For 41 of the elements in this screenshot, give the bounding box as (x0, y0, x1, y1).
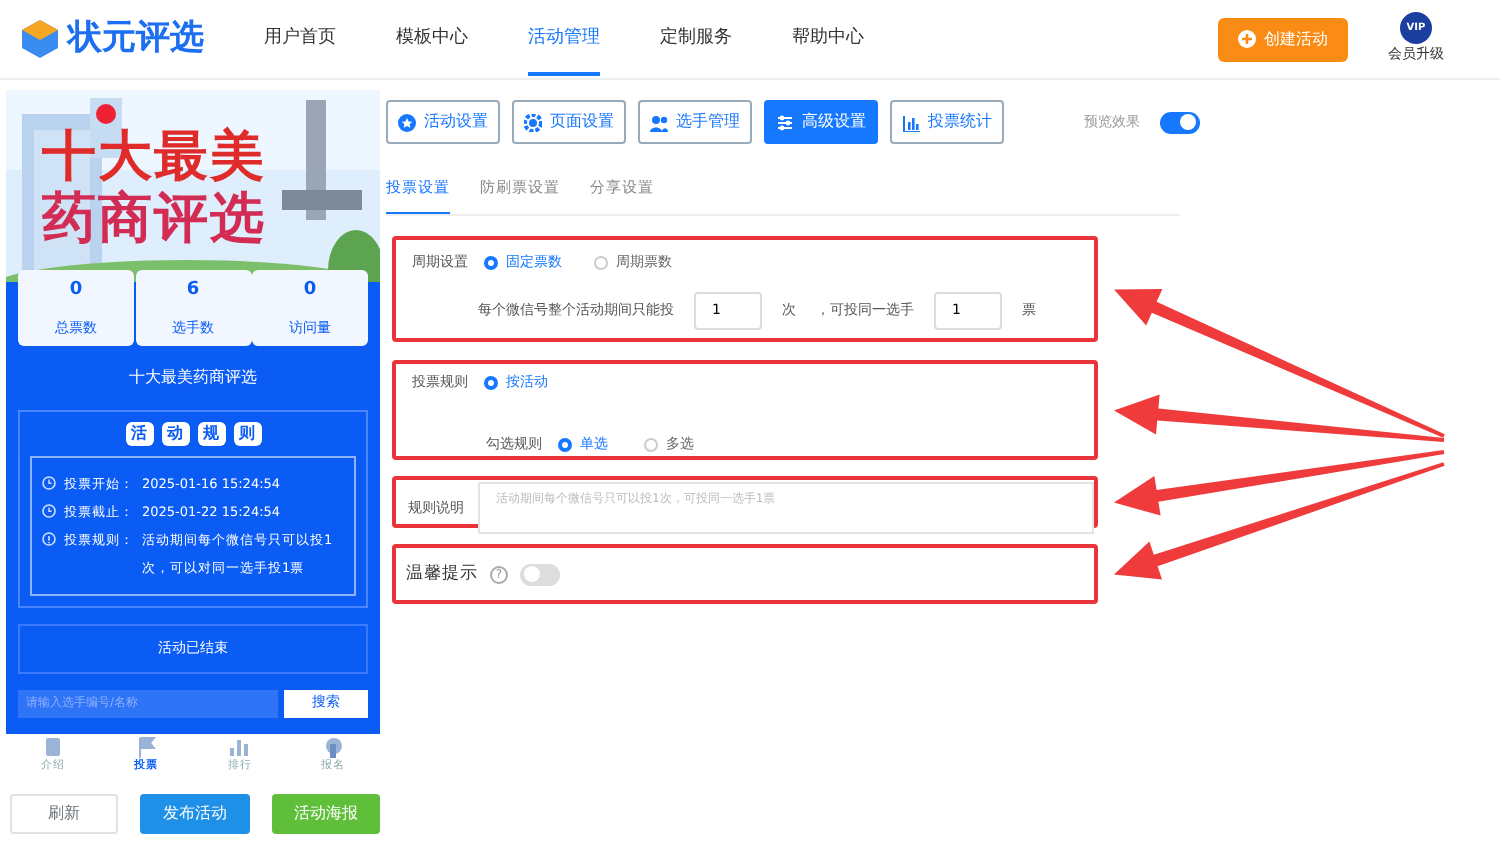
stat-value: 0 (67, 278, 85, 304)
bar-chart-icon (902, 113, 920, 131)
heading-character: 则 (233, 422, 261, 446)
nav-link[interactable]: 用户首页 (264, 1, 336, 77)
tool-tab[interactable]: 活动设置 (386, 100, 500, 144)
tool-tab[interactable]: 选手管理 (638, 100, 752, 144)
heading-character: 活 (125, 422, 153, 446)
nav-link[interactable]: 帮助中心 (792, 1, 864, 77)
bar-chart-icon (228, 736, 251, 758)
logo-text: 状元评选 (68, 15, 204, 62)
plus-icon (1238, 30, 1256, 48)
banner-title: 十大最美 药商评选 (42, 126, 266, 250)
star-icon (398, 113, 416, 131)
action-button[interactable]: 刷新 (10, 794, 119, 834)
people-icon (650, 113, 668, 131)
hand-icon (322, 736, 345, 758)
action-button[interactable]: 活动海报 (271, 794, 380, 834)
tool-tab[interactable]: 投票统计 (890, 100, 1004, 144)
create-button[interactable]: 创建活动 (1218, 17, 1348, 61)
action-button[interactable]: 发布活动 (140, 794, 250, 834)
tool-tab[interactable]: 高级设置 (764, 100, 878, 144)
preview-toggle[interactable] (1160, 111, 1200, 133)
clock-icon (42, 504, 56, 518)
clock-icon (42, 476, 56, 490)
nav-link[interactable]: 定制服务 (660, 1, 732, 77)
nav-link[interactable]: 活动管理 (528, 1, 600, 77)
heading-character: 动 (161, 422, 189, 446)
document-icon (41, 736, 64, 758)
field-label: 温馨提示 (406, 561, 478, 588)
heading-character: 规 (197, 422, 225, 446)
sliders-icon (776, 113, 794, 131)
reminder-toggle[interactable] (520, 563, 560, 586)
activity-title: 十大最美药商评选 (127, 366, 259, 390)
info-icon (42, 532, 56, 546)
flag-icon (135, 736, 158, 758)
logo-icon (20, 18, 60, 60)
gear-icon (524, 113, 542, 131)
stat-value: 0 (301, 278, 319, 304)
tool-tab[interactable]: 页面设置 (512, 100, 626, 144)
nav-link[interactable]: 模板中心 (396, 1, 468, 77)
stat-value: 6 (184, 278, 202, 304)
